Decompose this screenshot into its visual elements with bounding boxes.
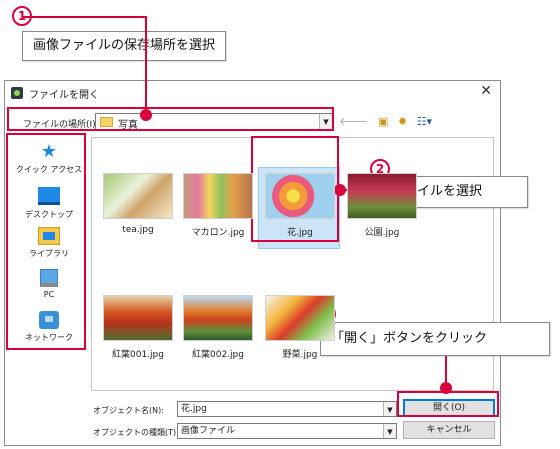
- cancel-button[interactable]: キャンセル: [403, 421, 495, 439]
- title-bar: ファイルを開く ✕: [5, 81, 500, 105]
- step-1-leader: [145, 16, 147, 112]
- filetype-select[interactable]: 画像ファイル ▼: [177, 423, 397, 439]
- step-1-highlight-location: [7, 107, 334, 131]
- file-name: 紅葉001.jpg: [112, 350, 164, 360]
- file-item[interactable]: 紅葉001.jpg: [102, 295, 174, 360]
- step-3-highlight: [397, 391, 499, 417]
- file-name: 野菜.jpg: [282, 350, 318, 360]
- arrow-left-icon[interactable]: 🡐: [339, 114, 369, 128]
- file-name: 花.jpg: [287, 228, 313, 238]
- step-1-leader: [22, 16, 146, 18]
- file-name: マカロン.jpg: [191, 228, 245, 238]
- file-item[interactable]: 公園.jpg: [346, 173, 418, 238]
- step-3-callout: 「開く」ボタンをクリック: [320, 322, 550, 356]
- file-thumbnail: [183, 173, 253, 219]
- file-thumbnail: [103, 295, 173, 341]
- file-thumbnail: [183, 295, 253, 341]
- new-folder-icon[interactable]: ✸: [398, 115, 407, 128]
- file-item[interactable]: マカロン.jpg: [182, 173, 254, 238]
- file-thumbnail: [265, 295, 335, 341]
- view-menu-icon[interactable]: ☷▾: [417, 115, 432, 128]
- file-thumbnail: [103, 173, 173, 219]
- step-1-highlight-places: [6, 133, 86, 350]
- folder-up-icon[interactable]: ▣: [378, 115, 388, 128]
- filetype-value: 画像ファイル: [181, 426, 236, 436]
- file-name: 公園.jpg: [364, 228, 400, 238]
- filetype-label: オブジェクトの種類(T):: [93, 428, 179, 437]
- filename-value: 花.jpg: [181, 404, 207, 414]
- file-name: tea.jpg: [122, 225, 154, 235]
- filename-input[interactable]: 花.jpg ▼: [177, 401, 397, 417]
- file-thumbnail: [265, 173, 335, 219]
- chevron-down-icon[interactable]: ▼: [383, 424, 396, 438]
- chevron-down-icon[interactable]: ▼: [383, 402, 396, 416]
- filename-label: オブジェクト名(N):: [93, 406, 164, 415]
- file-item[interactable]: tea.jpg: [102, 173, 174, 235]
- app-icon: [11, 87, 23, 99]
- step-1-callout: 画像ファイルの保存場所を選択: [22, 31, 227, 61]
- file-thumbnail: [347, 173, 417, 219]
- dialog-title: ファイルを開く: [29, 90, 99, 101]
- dialog-toolbar: 🡐 ▣ ✸ ☷▾: [339, 114, 438, 130]
- file-name: 紅葉002.jpg: [192, 350, 244, 360]
- file-item[interactable]: 紅葉002.jpg: [182, 295, 254, 360]
- close-icon[interactable]: ✕: [480, 83, 492, 99]
